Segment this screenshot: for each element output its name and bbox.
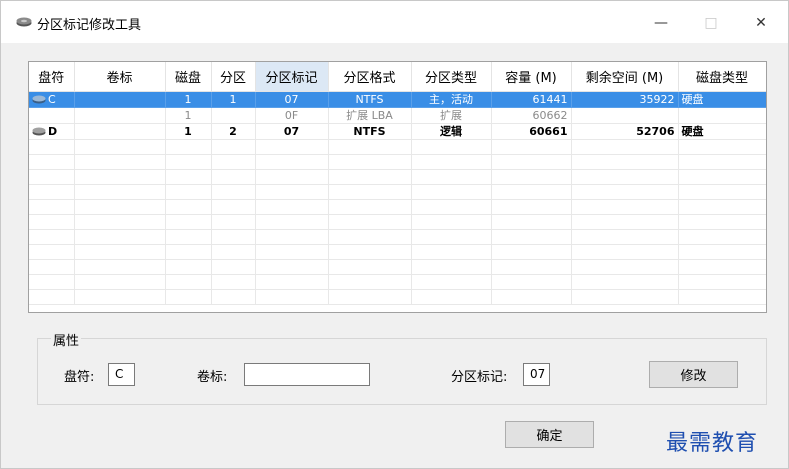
cell-partition: 2 bbox=[211, 123, 256, 140]
cell-capacity: 60662 bbox=[491, 107, 572, 124]
table-row[interactable] bbox=[29, 289, 766, 305]
maximize-button[interactable]: □ bbox=[689, 9, 733, 37]
cell-disk-type: 硬盘 bbox=[678, 123, 766, 140]
volume-label: 卷标: bbox=[197, 370, 228, 385]
table-row[interactable] bbox=[29, 139, 766, 155]
cell-format: NTFS bbox=[328, 123, 412, 140]
table-row[interactable] bbox=[29, 184, 766, 200]
table-row[interactable]: 1 0F 扩展 LBA 扩展 60662 bbox=[29, 107, 766, 124]
table-row[interactable]: C 1 1 07 NTFS 主，活动 61441 35922 硬盘 bbox=[29, 91, 766, 108]
col-disk[interactable]: 磁盘 bbox=[165, 62, 212, 92]
table-row[interactable] bbox=[29, 199, 766, 215]
cell-type: 扩展 bbox=[411, 107, 492, 124]
app-window: 分区标记修改工具 — □ ✕ 盘符 卷标 磁盘 分区 分区标记 分区格式 分区类… bbox=[0, 0, 789, 469]
disk-icon bbox=[32, 95, 46, 103]
cell-volume bbox=[74, 123, 166, 140]
col-drive[interactable]: 盘符 bbox=[29, 62, 75, 92]
disk-icon bbox=[32, 127, 46, 135]
cell-drive: C bbox=[29, 91, 75, 108]
cell-disk-type bbox=[678, 107, 766, 124]
cell-format: NTFS bbox=[328, 91, 412, 108]
col-format[interactable]: 分区格式 bbox=[328, 62, 412, 92]
minimize-button[interactable]: — bbox=[639, 9, 683, 37]
watermark-text: 最需教育 bbox=[666, 431, 759, 456]
cell-capacity: 60661 bbox=[491, 123, 572, 140]
table-row[interactable] bbox=[29, 244, 766, 260]
col-volume[interactable]: 卷标 bbox=[74, 62, 166, 92]
cell-volume bbox=[74, 107, 166, 124]
col-type[interactable]: 分区类型 bbox=[411, 62, 492, 92]
cell-free: 35922 bbox=[571, 91, 679, 108]
col-free[interactable]: 剩余空间 (M) bbox=[571, 62, 679, 92]
drive-label: 盘符: bbox=[64, 370, 95, 385]
cell-drive: D bbox=[29, 123, 75, 140]
cell-type: 主，活动 bbox=[411, 91, 492, 108]
cell-format: 扩展 LBA bbox=[328, 107, 412, 124]
volume-field[interactable] bbox=[244, 363, 370, 386]
properties-title: 属性 bbox=[51, 330, 82, 349]
disk-icon bbox=[16, 17, 32, 27]
table-row[interactable] bbox=[29, 229, 766, 245]
table-row[interactable] bbox=[29, 214, 766, 230]
mark-label: 分区标记: bbox=[451, 370, 508, 385]
close-button[interactable]: ✕ bbox=[739, 9, 783, 37]
modify-button[interactable]: 修改 bbox=[649, 361, 738, 388]
col-partition[interactable]: 分区 bbox=[211, 62, 256, 92]
table-row[interactable]: D 1 2 07 NTFS 逻辑 60661 52706 硬盘 bbox=[29, 123, 766, 140]
cell-partition bbox=[211, 107, 256, 124]
ok-button[interactable]: 确定 bbox=[505, 421, 594, 448]
partition-table[interactable]: 盘符 卷标 磁盘 分区 分区标记 分区格式 分区类型 容量 (M) 剩余空间 (… bbox=[28, 61, 767, 313]
cell-mark: 07 bbox=[255, 123, 329, 140]
cell-partition: 1 bbox=[211, 91, 256, 108]
cell-disk: 1 bbox=[165, 91, 212, 108]
cell-free: 52706 bbox=[571, 123, 679, 140]
cell-disk-type: 硬盘 bbox=[678, 91, 766, 108]
window-title: 分区标记修改工具 bbox=[37, 18, 142, 33]
cell-free bbox=[571, 107, 679, 124]
col-capacity[interactable]: 容量 (M) bbox=[491, 62, 572, 92]
table-row[interactable] bbox=[29, 169, 766, 185]
title-bar: 分区标记修改工具 — □ ✕ bbox=[1, 1, 788, 43]
cell-mark: 0F bbox=[255, 107, 329, 124]
table-row[interactable] bbox=[29, 274, 766, 290]
table-row[interactable] bbox=[29, 259, 766, 275]
col-disk-type[interactable]: 磁盘类型 bbox=[678, 62, 766, 92]
cell-volume bbox=[74, 91, 166, 108]
col-mark[interactable]: 分区标记 bbox=[255, 62, 329, 92]
table-header: 盘符 卷标 磁盘 分区 分区标记 分区格式 分区类型 容量 (M) 剩余空间 (… bbox=[29, 62, 766, 92]
cell-mark: 07 bbox=[255, 91, 329, 108]
cell-disk: 1 bbox=[165, 123, 212, 140]
cell-drive bbox=[29, 107, 75, 124]
cell-disk: 1 bbox=[165, 107, 212, 124]
cell-capacity: 61441 bbox=[491, 91, 572, 108]
drive-field[interactable]: C bbox=[108, 363, 135, 386]
table-row[interactable] bbox=[29, 154, 766, 170]
cell-type: 逻辑 bbox=[411, 123, 492, 140]
mark-field[interactable]: 07 bbox=[523, 363, 550, 386]
